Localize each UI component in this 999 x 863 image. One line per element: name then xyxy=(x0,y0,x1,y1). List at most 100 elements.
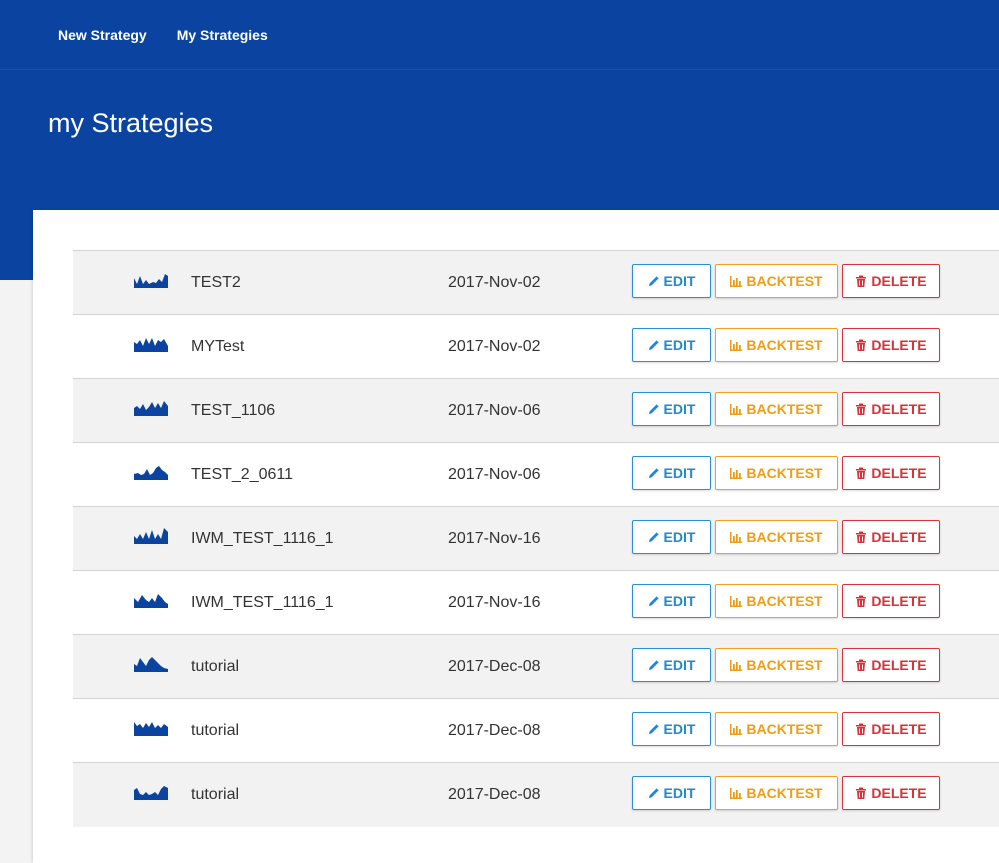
delete-button[interactable]: DELETE xyxy=(842,264,940,298)
strategy-date: 2017-Dec-08 xyxy=(448,658,541,675)
strategy-date: 2017-Dec-08 xyxy=(448,786,541,803)
strategy-row: tutorial 2017-Dec-08 EDIT BACKTEST DELETE xyxy=(73,635,999,699)
edit-label: EDIT xyxy=(663,465,696,481)
pencil-icon xyxy=(648,467,660,479)
trash-icon xyxy=(855,275,867,287)
backtest-button[interactable]: BACKTEST xyxy=(715,648,838,682)
pencil-icon xyxy=(648,787,660,799)
delete-label: DELETE xyxy=(871,273,927,289)
backtest-button[interactable]: BACKTEST xyxy=(715,328,838,362)
delete-label: DELETE xyxy=(871,593,927,609)
main-nav: New Strategy My Strategies xyxy=(58,0,268,70)
delete-button[interactable]: DELETE xyxy=(842,328,940,362)
trash-icon xyxy=(855,339,867,351)
pencil-icon xyxy=(648,531,660,543)
nav-my-strategies-link[interactable]: My Strategies xyxy=(177,27,268,43)
strategy-date: 2017-Nov-16 xyxy=(448,594,541,611)
edit-label: EDIT xyxy=(663,529,696,545)
backtest-button[interactable]: BACKTEST xyxy=(715,776,838,810)
edit-label: EDIT xyxy=(663,721,696,737)
sparkline-icon xyxy=(134,398,168,416)
edit-button[interactable]: EDIT xyxy=(632,456,711,490)
backtest-button[interactable]: BACKTEST xyxy=(715,264,838,298)
edit-button[interactable]: EDIT xyxy=(632,712,711,746)
strategy-row: MYTest 2017-Nov-02 EDIT BACKTEST DELETE xyxy=(73,315,999,379)
edit-button[interactable]: EDIT xyxy=(632,776,711,810)
bar-chart-icon xyxy=(730,275,743,287)
pencil-icon xyxy=(648,595,660,607)
backtest-label: BACKTEST xyxy=(746,401,823,417)
strategy-name: TEST2 xyxy=(191,274,241,291)
backtest-label: BACKTEST xyxy=(746,785,823,801)
delete-button[interactable]: DELETE xyxy=(842,584,940,618)
sparkline-icon xyxy=(134,526,168,544)
sparkline-icon xyxy=(134,654,168,672)
edit-label: EDIT xyxy=(663,273,696,289)
backtest-button[interactable]: BACKTEST xyxy=(715,584,838,618)
bar-chart-icon xyxy=(730,787,743,799)
bar-chart-icon xyxy=(730,531,743,543)
delete-button[interactable]: DELETE xyxy=(842,456,940,490)
strategy-row: tutorial 2017-Dec-08 EDIT BACKTEST DELETE xyxy=(73,699,999,763)
sparkline-icon xyxy=(134,782,168,800)
trash-icon xyxy=(855,787,867,799)
edit-label: EDIT xyxy=(663,401,696,417)
bar-chart-icon xyxy=(730,595,743,607)
backtest-label: BACKTEST xyxy=(746,529,823,545)
backtest-button[interactable]: BACKTEST xyxy=(715,520,838,554)
strategies-card: TEST2 2017-Nov-02 EDIT BACKTEST DELETE MYTest… xyxy=(33,210,999,863)
delete-label: DELETE xyxy=(871,785,927,801)
trash-icon xyxy=(855,467,867,479)
strategy-row: TEST_2_0611 2017-Nov-06 EDIT BACKTEST DELETE xyxy=(73,443,999,507)
nav-new-strategy-link[interactable]: New Strategy xyxy=(58,27,147,43)
delete-button[interactable]: DELETE xyxy=(842,648,940,682)
edit-button[interactable]: EDIT xyxy=(632,648,711,682)
strategy-row: IWM_TEST_1116_1 2017-Nov-16 EDIT BACKTEST DE… xyxy=(73,507,999,571)
sparkline-icon xyxy=(134,590,168,608)
strategy-date: 2017-Nov-16 xyxy=(448,530,541,547)
delete-label: DELETE xyxy=(871,657,927,673)
pencil-icon xyxy=(648,659,660,671)
strategy-row: TEST_1106 2017-Nov-06 EDIT BACKTEST DELETE xyxy=(73,379,999,443)
strategy-name: MYTest xyxy=(191,338,245,355)
backtest-label: BACKTEST xyxy=(746,593,823,609)
trash-icon xyxy=(855,723,867,735)
delete-label: DELETE xyxy=(871,529,927,545)
pencil-icon xyxy=(648,339,660,351)
backtest-label: BACKTEST xyxy=(746,657,823,673)
page-title: my Strategies xyxy=(48,108,214,138)
edit-button[interactable]: EDIT xyxy=(632,264,711,298)
backtest-label: BACKTEST xyxy=(746,337,823,353)
sparkline-icon xyxy=(134,718,168,736)
edit-label: EDIT xyxy=(663,657,696,673)
edit-button[interactable]: EDIT xyxy=(632,392,711,426)
strategy-name: IWM_TEST_1116_1 xyxy=(191,530,334,547)
delete-label: DELETE xyxy=(871,337,927,353)
edit-button[interactable]: EDIT xyxy=(632,584,711,618)
edit-label: EDIT xyxy=(663,593,696,609)
delete-label: DELETE xyxy=(871,721,927,737)
pencil-icon xyxy=(648,275,660,287)
bar-chart-icon xyxy=(730,467,743,479)
bar-chart-icon xyxy=(730,723,743,735)
bar-chart-icon xyxy=(730,659,743,671)
backtest-button[interactable]: BACKTEST xyxy=(715,456,838,490)
delete-label: DELETE xyxy=(871,465,927,481)
backtest-button[interactable]: BACKTEST xyxy=(715,392,838,426)
backtest-label: BACKTEST xyxy=(746,721,823,737)
strategy-row: tutorial 2017-Dec-08 EDIT BACKTEST DELETE xyxy=(73,763,999,827)
bar-chart-icon xyxy=(730,403,743,415)
strategy-name: TEST_2_0611 xyxy=(191,466,293,483)
sparkline-icon xyxy=(134,270,168,288)
bar-chart-icon xyxy=(730,339,743,351)
edit-button[interactable]: EDIT xyxy=(632,328,711,362)
strategy-name: TEST_1106 xyxy=(191,402,276,419)
top-navbar: New Strategy My Strategies xyxy=(0,0,999,70)
edit-button[interactable]: EDIT xyxy=(632,520,711,554)
delete-button[interactable]: DELETE xyxy=(842,712,940,746)
delete-button[interactable]: DELETE xyxy=(842,520,940,554)
delete-button[interactable]: DELETE xyxy=(842,776,940,810)
backtest-button[interactable]: BACKTEST xyxy=(715,712,838,746)
delete-button[interactable]: DELETE xyxy=(842,392,940,426)
strategy-row: TEST2 2017-Nov-02 EDIT BACKTEST DELETE xyxy=(73,251,999,315)
